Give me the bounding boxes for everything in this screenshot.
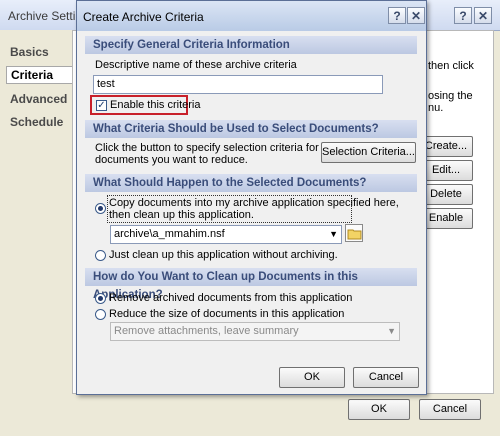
create-button[interactable]: Create...: [419, 136, 473, 157]
dialog-help-button[interactable]: ?: [388, 7, 406, 24]
bg-cancel-button[interactable]: Cancel: [419, 399, 481, 420]
bg-snippet-then-click: then click: [428, 60, 474, 72]
enable-criteria-label: Enable this criteria: [110, 99, 201, 111]
section-cleanup-header: How do You Want to Clean up Documents in…: [85, 268, 417, 301]
bg-ok-button[interactable]: OK: [348, 399, 410, 420]
folder-icon: [347, 229, 362, 240]
copy-option-line1: Copy documents into my archive applicati…: [109, 197, 399, 209]
selection-criteria-button[interactable]: Selection Criteria...: [321, 142, 416, 163]
tab-schedule[interactable]: Schedule: [10, 115, 70, 133]
bg-tab-column: [0, 30, 72, 436]
archive-path-value: archive\a_mmahim.nsf: [114, 228, 225, 240]
bg-snippet-nu: nu.: [428, 102, 444, 114]
reduce-method-value: Remove attachments, leave summary: [114, 325, 299, 337]
remove-archived-radio[interactable]: [95, 293, 106, 304]
dialog-title: Create Archive Criteria: [83, 10, 204, 24]
section-general-header: Specify General Criteria Information: [85, 36, 417, 54]
copy-option-line2: then clean up this application.: [109, 209, 254, 221]
selection-help-line1: Click the button to specify selection cr…: [95, 142, 319, 154]
cleanup-only-label: Just clean up this application without a…: [109, 249, 338, 261]
cleanup-only-radio[interactable]: [95, 250, 106, 261]
section-select-header: What Criteria Should be Used to Select D…: [85, 120, 417, 138]
reduce-size-radio[interactable]: [95, 309, 106, 320]
archive-path-combobox[interactable]: archive\a_mmahim.nsf ▼: [110, 225, 342, 244]
dialog-cancel-button[interactable]: Cancel: [353, 367, 419, 388]
browse-folder-button[interactable]: [345, 224, 363, 242]
selection-help-line2: documents you want to reduce.: [95, 154, 248, 166]
criteria-name-input[interactable]: test: [93, 75, 383, 94]
remove-archived-label: Remove archived documents from this appl…: [109, 292, 353, 304]
name-label: Descriptive name of these archive criter…: [95, 59, 297, 71]
tab-criteria[interactable]: Criteria: [6, 66, 72, 84]
chevron-down-icon: ▼: [329, 229, 338, 239]
enable-button[interactable]: Enable: [419, 208, 473, 229]
bg-close-button[interactable]: ✕: [474, 7, 492, 24]
delete-button[interactable]: Delete: [419, 184, 473, 205]
archive-settings-title: Archive Settin: [8, 9, 83, 23]
bg-help-button[interactable]: ?: [454, 7, 472, 24]
dialog-titlebar[interactable]: Create Archive Criteria ? ✕: [77, 1, 426, 31]
reduce-size-label: Reduce the size of documents in this app…: [109, 308, 345, 320]
bg-snippet-osing: osing the: [428, 90, 473, 102]
edit-button[interactable]: Edit...: [419, 160, 473, 181]
tab-basics[interactable]: Basics: [10, 45, 70, 63]
dialog-close-button[interactable]: ✕: [407, 7, 425, 24]
chevron-down-icon: ▼: [387, 326, 396, 336]
section-happen-header: What Should Happen to the Selected Docum…: [85, 174, 417, 192]
tab-advanced[interactable]: Advanced: [10, 92, 70, 110]
dialog-ok-button[interactable]: OK: [279, 367, 345, 388]
copy-and-cleanup-radio[interactable]: [95, 203, 106, 214]
reduce-method-select[interactable]: Remove attachments, leave summary ▼: [110, 322, 400, 341]
enable-criteria-checkbox[interactable]: ✓: [96, 100, 107, 111]
create-archive-criteria-dialog: Create Archive Criteria ? ✕ Specify Gene…: [76, 0, 427, 395]
